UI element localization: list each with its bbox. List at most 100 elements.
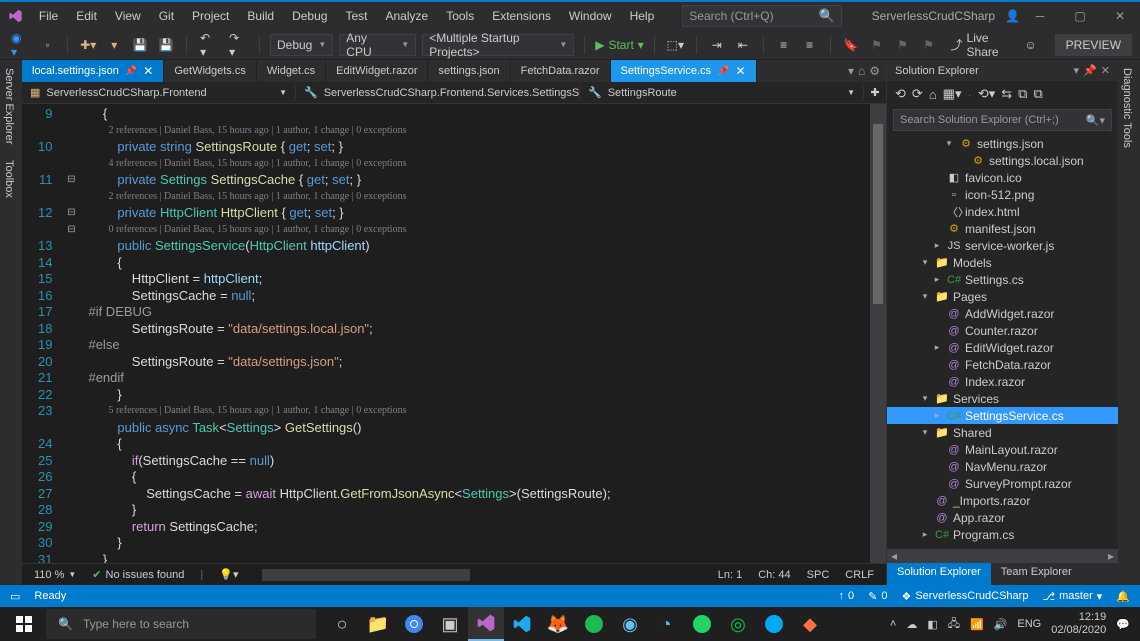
menu-tools[interactable]: Tools	[438, 5, 482, 27]
tray-up-icon[interactable]: ˄	[890, 618, 896, 630]
tray-notif-icon[interactable]: 💬	[1116, 618, 1130, 631]
menu-help[interactable]: Help	[622, 5, 663, 27]
tree-Pages[interactable]: ▾📁Pages	[887, 288, 1118, 305]
tree-index-html[interactable]: 〈〉index.html	[887, 203, 1118, 220]
maximize-button[interactable]: ▢	[1060, 2, 1100, 30]
tree-Models[interactable]: ▾📁Models	[887, 254, 1118, 271]
code-content[interactable]: { 2 references | Daniel Bass, 15 hours a…	[78, 104, 886, 563]
bk4[interactable]: ⚑	[919, 34, 939, 56]
config-dropdown[interactable]: Debug▼	[270, 34, 333, 56]
lightbulb-icon[interactable]: 💡▾	[219, 568, 238, 581]
rail-diagnostic-tools[interactable]: Diagnostic Tools	[1118, 60, 1140, 156]
bk2[interactable]: ⚑	[867, 34, 887, 56]
startup-dropdown[interactable]: <Multiple Startup Projects>▼	[422, 34, 574, 56]
save-all-button[interactable]: 💾	[156, 34, 176, 56]
nav-project-dropdown[interactable]: ▦ServerlessCrudCSharp.Frontend▼	[22, 86, 296, 99]
tray-app-icon[interactable]: ◧	[927, 618, 937, 631]
solution-header[interactable]: Solution Explorer ▾📌✕	[887, 60, 1118, 81]
save-button[interactable]: 💾	[130, 34, 150, 56]
sol-home2-icon[interactable]: ⟳	[912, 86, 923, 102]
tree-favicon-ico[interactable]: ◧favicon.ico	[887, 169, 1118, 186]
tray-clock[interactable]: 12:19 02/08/2020	[1051, 611, 1106, 637]
sol-tab-team-explorer[interactable]: Team Explorer	[991, 563, 1082, 585]
horizontal-scrollbar[interactable]	[262, 569, 470, 581]
code-editor[interactable]: 9101112131415161718192021222324252627282…	[22, 104, 886, 563]
tree-AddWidget-razor[interactable]: @AddWidget.razor	[887, 305, 1118, 322]
search-input[interactable]: Search (Ctrl+Q) 🔍	[682, 5, 841, 27]
status-repo[interactable]: ❖ ServerlessCrudCSharp	[901, 590, 1028, 603]
task-chrome-icon[interactable]	[396, 607, 432, 641]
tree-service-worker-js[interactable]: ▸JSservice-worker.js	[887, 237, 1118, 254]
menu-debug[interactable]: Debug	[284, 5, 335, 27]
sol-refresh-icon[interactable]: ⟲▾	[978, 86, 995, 102]
tab-dropdown-icon[interactable]: ▾	[848, 64, 854, 78]
bk3[interactable]: ⚑	[893, 34, 913, 56]
task-app3-icon[interactable]	[756, 607, 792, 641]
task-terminal-icon[interactable]: ▣	[432, 607, 468, 641]
nav-back-button[interactable]: ◉ ▾	[8, 34, 31, 56]
solution-search[interactable]: Search Solution Explorer (Ctrl+;) 🔍▾	[893, 109, 1112, 131]
tree-Index-razor[interactable]: @Index.razor	[887, 373, 1118, 390]
menu-build[interactable]: Build	[239, 5, 282, 27]
status-branch[interactable]: ⎇ master ▾	[1042, 590, 1102, 603]
menu-git[interactable]: Git	[151, 5, 182, 27]
menu-window[interactable]: Window	[561, 5, 620, 27]
indent-btn1[interactable]: ≡	[774, 34, 794, 56]
nav-class-dropdown[interactable]: 🔧ServerlessCrudCSharp.Frontend.Services.…	[296, 86, 580, 99]
sol-collapse-icon[interactable]: ⇆	[1001, 86, 1012, 102]
tree-NavMenu-razor[interactable]: @NavMenu.razor	[887, 458, 1118, 475]
split-btn[interactable]: ✚	[864, 86, 886, 99]
nav-fwd-button[interactable]: ◦	[37, 34, 57, 56]
task-app4-icon[interactable]: ◆	[792, 607, 828, 641]
menu-test[interactable]: Test	[337, 5, 375, 27]
sol-house-icon[interactable]: ⌂	[929, 87, 937, 102]
tree-_Imports-razor[interactable]: @_Imports.razor	[887, 492, 1118, 509]
rail-server-explorer[interactable]: Server Explorer	[0, 60, 22, 152]
tray-onedrive-icon[interactable]: ☁	[906, 618, 917, 631]
platform-dropdown[interactable]: Any CPU▼	[339, 34, 416, 56]
start-button-win[interactable]	[4, 607, 44, 641]
vertical-scrollbar[interactable]	[870, 104, 886, 563]
user-icon[interactable]: 👤	[1005, 9, 1020, 23]
menu-extensions[interactable]: Extensions	[484, 5, 559, 27]
solution-hscroll[interactable]: ◂▸	[887, 549, 1118, 563]
sol-close-icon[interactable]: ✕	[1101, 64, 1110, 77]
indent-btn2[interactable]: ≡	[800, 34, 820, 56]
bookmark-btn[interactable]: 🔖	[841, 34, 861, 56]
sol-prop-icon[interactable]: ⧉	[1033, 86, 1042, 102]
menu-project[interactable]: Project	[184, 5, 237, 27]
status-bell-icon[interactable]: 🔔	[1116, 590, 1130, 603]
tab-local-settings-json[interactable]: local.settings.json📌✕	[22, 60, 164, 82]
open-button[interactable]: ▾	[104, 34, 124, 56]
tab-FetchData-razor[interactable]: FetchData.razor	[511, 60, 611, 82]
status-changes[interactable]: ✎ 0	[868, 590, 887, 603]
sol-dd-icon[interactable]: ▾	[1074, 64, 1080, 77]
tree-settings-json[interactable]: ▾⚙settings.json	[887, 135, 1118, 152]
task-vscode-icon[interactable]	[504, 607, 540, 641]
tree-SurveyPrompt-razor[interactable]: @SurveyPrompt.razor	[887, 475, 1118, 492]
undo-button[interactable]: ↶ ▾	[197, 34, 220, 56]
status-push[interactable]: ↑ 0	[839, 590, 855, 602]
menu-file[interactable]: File	[31, 5, 66, 27]
tray-wifi-icon[interactable]: 📶	[970, 618, 984, 631]
tree-App-razor[interactable]: @App.razor	[887, 509, 1118, 526]
tray-sound-icon[interactable]: 🔊	[994, 618, 1008, 631]
task-vs-icon[interactable]	[468, 607, 504, 641]
minimize-button[interactable]: ─	[1020, 2, 1060, 30]
tab-Widget-cs[interactable]: Widget.cs	[257, 60, 326, 82]
feedback-btn[interactable]: ☺	[1021, 34, 1041, 56]
menu-analyze[interactable]: Analyze	[377, 5, 436, 27]
tab-SettingsService-cs[interactable]: SettingsService.cs📌✕	[611, 60, 757, 82]
task-whatsapp-icon[interactable]	[684, 607, 720, 641]
task-cortana-icon[interactable]: ○	[324, 607, 360, 641]
preview-button[interactable]: PREVIEW	[1055, 34, 1132, 56]
tree-Shared[interactable]: ▾📁Shared	[887, 424, 1118, 441]
task-firefox-icon[interactable]: 🦊	[540, 607, 576, 641]
sol-home-icon[interactable]: ⟲	[895, 86, 906, 102]
solution-tree[interactable]: ▾⚙settings.json⚙settings.local.json◧favi…	[887, 133, 1118, 549]
redo-button[interactable]: ↷ ▾	[226, 34, 249, 56]
task-spotify-icon[interactable]	[576, 607, 612, 641]
zoom-control[interactable]: 110 % ▼	[34, 569, 76, 581]
start-button[interactable]: ▶ Start ▾	[595, 38, 644, 52]
tree-MainLayout-razor[interactable]: @MainLayout.razor	[887, 441, 1118, 458]
